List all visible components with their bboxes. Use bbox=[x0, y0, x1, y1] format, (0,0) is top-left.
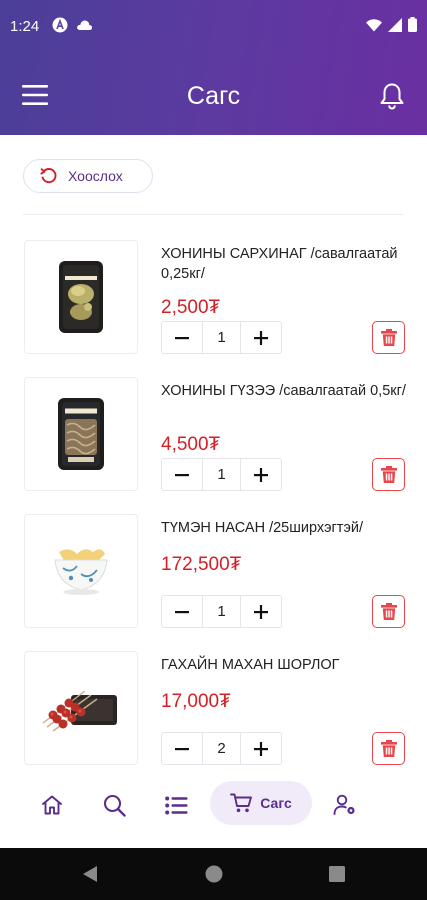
system-nav-bar bbox=[0, 848, 427, 900]
plus-icon bbox=[254, 330, 268, 345]
product-image[interactable] bbox=[24, 377, 138, 491]
plus-icon bbox=[254, 741, 268, 756]
increase-quantity-button[interactable] bbox=[241, 322, 281, 353]
search-icon bbox=[103, 794, 126, 817]
decrease-quantity-button[interactable] bbox=[162, 459, 202, 490]
home-icon bbox=[42, 795, 62, 815]
quantity-value: 2 bbox=[202, 733, 241, 764]
quantity-value: 1 bbox=[202, 322, 241, 353]
home-circle-icon[interactable] bbox=[205, 865, 223, 883]
plus-icon bbox=[254, 604, 268, 619]
product-name[interactable]: ТҮМЭН НАСАН /25ширхэгтэй/ bbox=[161, 518, 406, 538]
battery-icon bbox=[408, 17, 417, 32]
nav-search[interactable] bbox=[99, 790, 129, 820]
app-header: 1:24 Сагс bbox=[0, 0, 427, 135]
trash-icon bbox=[380, 466, 397, 483]
trash-icon bbox=[380, 329, 397, 346]
minus-icon bbox=[175, 336, 189, 339]
nav-categories[interactable] bbox=[161, 790, 191, 820]
nav-profile[interactable] bbox=[330, 790, 360, 820]
delete-item-button[interactable] bbox=[372, 595, 405, 628]
product-name[interactable]: ХОНИНЫ САРХИНАГ /савалгаатай 0,25кг/ bbox=[161, 244, 406, 284]
decrease-quantity-button[interactable] bbox=[162, 596, 202, 627]
product-image[interactable] bbox=[24, 240, 138, 354]
cart-item: ХОНИНЫ ГҮЗЭЭ /савалгаатай 0,5кг/ 4,500₮ … bbox=[0, 377, 427, 493]
quantity-stepper: 1 bbox=[161, 458, 282, 491]
decrease-quantity-button[interactable] bbox=[162, 733, 202, 764]
minus-icon bbox=[175, 610, 189, 613]
clear-cart-label: Хоослох bbox=[68, 168, 123, 184]
product-price: 4,500₮ bbox=[161, 434, 221, 455]
product-price: 172,500₮ bbox=[161, 554, 242, 575]
nav-cart-label: Сагс bbox=[260, 795, 292, 811]
page-title: Сагс bbox=[186, 82, 241, 110]
trash-icon bbox=[380, 740, 397, 757]
packaged-meat-image bbox=[58, 398, 104, 470]
decrease-quantity-button[interactable] bbox=[162, 322, 202, 353]
product-price: 2,500₮ bbox=[161, 297, 221, 318]
undo-icon bbox=[40, 168, 57, 184]
notifications-button[interactable] bbox=[379, 82, 407, 112]
list-icon bbox=[164, 796, 187, 814]
packaged-meat-image bbox=[59, 261, 103, 333]
increase-quantity-button[interactable] bbox=[241, 459, 281, 490]
clear-cart-button[interactable]: Хоослох bbox=[23, 159, 153, 193]
quantity-value: 1 bbox=[202, 596, 241, 627]
minus-icon bbox=[175, 747, 189, 750]
cloud-icon bbox=[77, 20, 93, 30]
trash-icon bbox=[380, 603, 397, 620]
nav-cart[interactable]: Сагс bbox=[210, 781, 312, 825]
quantity-value: 1 bbox=[202, 459, 241, 490]
bottom-nav: Сагс bbox=[0, 772, 427, 848]
product-price: 17,000₮ bbox=[161, 691, 231, 712]
increase-quantity-button[interactable] bbox=[241, 733, 281, 764]
quantity-stepper: 1 bbox=[161, 595, 282, 628]
product-image[interactable] bbox=[24, 651, 138, 765]
nav-home[interactable] bbox=[37, 790, 67, 820]
status-bar: 1:24 bbox=[0, 0, 427, 56]
wifi-icon bbox=[366, 18, 382, 31]
minus-icon bbox=[175, 473, 189, 476]
skewers-image bbox=[42, 690, 117, 732]
delete-item-button[interactable] bbox=[372, 458, 405, 491]
delete-item-button[interactable] bbox=[372, 321, 405, 354]
signal-icon bbox=[388, 17, 402, 32]
product-image[interactable] bbox=[24, 514, 138, 628]
increase-quantity-button[interactable] bbox=[241, 596, 281, 627]
quantity-stepper: 2 bbox=[161, 732, 282, 765]
notification-a-icon bbox=[52, 17, 68, 33]
back-icon[interactable] bbox=[81, 865, 99, 883]
product-name[interactable]: ХОНИНЫ ГҮЗЭЭ /савалгаатай 0,5кг/ bbox=[161, 381, 406, 401]
dumpling-bowl-image bbox=[54, 549, 108, 595]
user-settings-icon bbox=[333, 794, 355, 815]
cart-item: ХОНИНЫ САРХИНАГ /савалгаатай 0,25кг/ 2,5… bbox=[0, 240, 427, 356]
plus-icon bbox=[254, 467, 268, 482]
recents-icon[interactable] bbox=[329, 866, 345, 882]
quantity-stepper: 1 bbox=[161, 321, 282, 354]
divider bbox=[23, 214, 404, 215]
bell-icon bbox=[380, 83, 404, 110]
cart-item: ТҮМЭН НАСАН /25ширхэгтэй/ 172,500₮ 1 bbox=[0, 514, 427, 630]
cart-icon bbox=[230, 793, 253, 813]
product-name[interactable]: ГАХАЙН МАХАН ШОРЛОГ bbox=[161, 655, 406, 675]
status-time: 1:24 bbox=[10, 18, 40, 35]
delete-item-button[interactable] bbox=[372, 732, 405, 765]
cart-item: ГАХАЙН МАХАН ШОРЛОГ 17,000₮ 2 bbox=[0, 651, 427, 767]
